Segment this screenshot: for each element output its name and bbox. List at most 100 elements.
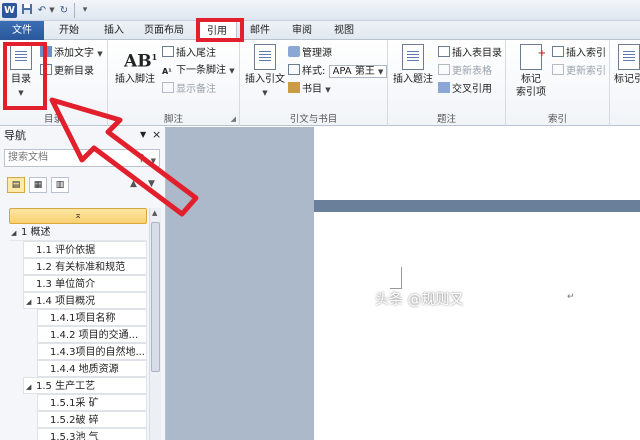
redo-icon[interactable]: ↻ [58,3,70,18]
dialog-launcher-icon[interactable]: ◢ [231,115,236,123]
update-toc-label: 更新目录 [54,66,94,77]
insert-caption-icon [402,44,424,70]
nav-scrollbar[interactable]: ▲ [149,208,161,440]
update-index-label: 更新索引 [566,66,606,77]
tab-mailings[interactable]: 邮件 [242,21,278,40]
footnote-group-label: 脚注 [163,114,183,125]
next-footnote-button[interactable]: A¹ 下一条脚注 ▼ [162,64,235,78]
nav-heading-label: 1.4 项目概况 [36,296,96,307]
citations-group: 插入引文 ▼ 管理源 样式: APA 第王 ▼ 书目 ▼ 引文与书目 [240,40,388,126]
next-footnote-label: 下一条脚注 [176,65,226,76]
browse-headings-tab[interactable]: ▤ [7,177,25,193]
search-icon[interactable]: ⚲ [138,151,145,167]
nav-heading-label: 1.3 单位简介 [36,279,96,290]
nav-heading-item[interactable]: ◢ 1 概述 [9,224,147,241]
insert-endnote-label: 插入尾注 [176,48,216,59]
nav-heading-item[interactable]: 1.3 单位简介 [23,275,147,292]
tab-home[interactable]: 开始 [47,21,91,40]
title-bar: W ↶ ▼ ↻ ▾ [0,0,640,21]
save-icon[interactable] [21,3,33,18]
close-icon[interactable]: × [152,128,161,141]
mark-citation-label: 标记引 [614,74,640,85]
nav-heading-label: 1.2 有关标准和规范 [36,262,126,273]
table-of-figures-icon [438,46,450,57]
scrollbar-thumb[interactable] [151,222,160,372]
style-dropdown[interactable]: APA 第王 ▼ [328,65,388,78]
chevron-down-icon: ▼ [229,67,235,75]
scroll-up-icon[interactable]: ▲ [152,209,157,217]
watermark-text: 头条 @规则叉 [375,292,464,308]
document-area: ↵ [166,127,640,440]
tab-page-layout[interactable]: 页面布局 [138,21,190,40]
paragraph-mark: ↵ [567,292,575,302]
nav-heading-item[interactable]: 1.5.1采 矿 [37,394,147,411]
document-page[interactable] [314,127,640,200]
nav-heading-item[interactable]: 1.1 评价依据 [23,241,147,258]
tab-view[interactable]: 视图 [326,21,362,40]
search-document-input[interactable]: 搜索文档 ⚲ ▼ [4,149,160,167]
style-value: APA 第王 [332,66,375,77]
tab-file[interactable]: 文件 [0,21,44,40]
expand-triangle-icon[interactable]: ◢ [11,225,21,240]
update-index-icon [552,64,564,75]
heading-tree: ⌅ ◢ 1 概述 1.1 评价依据 1.2 有关标准和规范 1.3 单位简介 ◢ 1.4 项… [9,208,147,440]
insert-endnote-button[interactable]: 插入尾注 [162,46,216,60]
insert-footnote-label: 插入脚注 [115,74,155,85]
manage-sources-button[interactable]: 管理源 [288,46,332,60]
insert-footnote-button[interactable]: AB1 插入脚注 [112,44,158,86]
insert-citation-label: 插入引文 [245,74,285,85]
cross-reference-label: 交叉引用 [452,84,492,95]
mark-entry-button[interactable]: + 标记 索引项 [510,44,552,99]
style-selector[interactable]: 样式: APA 第王 ▼ [288,64,388,78]
mark-citation-button[interactable]: 标记引 [614,44,640,86]
add-text-button[interactable]: 添加文字 ▼ [40,46,103,60]
chevron-down-icon: ▼ [97,50,103,58]
customize-qat-icon[interactable]: ▾ [80,3,90,18]
next-heading-icon[interactable]: ▼ [148,179,155,189]
undo-dropdown-icon[interactable]: ▼ [48,3,56,18]
nav-heading-label: 1.4.4 地质资源 [50,364,119,375]
insert-caption-button[interactable]: 插入题注 [391,44,435,86]
update-table-button[interactable]: 更新表格 [438,64,492,78]
browse-results-tab[interactable]: ▥ [51,177,69,193]
nav-heading-item[interactable]: 1.4.3项目的自然地... [37,343,147,360]
insert-table-of-figures-label: 插入表目录 [452,48,502,59]
nav-heading-label: 1.5 生产工艺 [36,381,96,392]
nav-heading-item[interactable]: 1.4.1项目名称 [37,309,147,326]
insert-citation-button[interactable]: 插入引文 ▼ [243,44,287,100]
nav-heading-item[interactable]: 1.4.2 项目的交通... [37,326,147,343]
nav-heading-label: 1.5.3池 气 [50,432,99,440]
endnote-icon [162,46,174,57]
show-notes-button[interactable]: 显示备注 [162,82,216,96]
insert-table-of-figures-button[interactable]: 插入表目录 [438,46,502,60]
nav-heading-item[interactable]: 1.5.3池 气 [37,428,147,440]
update-toc-button[interactable]: 更新目录 [40,64,94,78]
chevron-down-icon[interactable]: ▼ [151,153,156,169]
nav-heading-label: 1.4.1项目名称 [50,313,116,324]
nav-heading-item[interactable]: ◢ 1.5 生产工艺 [23,377,147,394]
browse-pages-tab[interactable]: ▦ [29,177,47,193]
table-of-authorities-group: 标记引 [610,40,640,126]
expand-triangle-icon[interactable]: ◢ [26,379,36,393]
bibliography-button[interactable]: 书目 ▼ [288,82,331,96]
insert-index-label: 插入索引 [566,48,606,59]
expand-triangle-icon[interactable]: ◢ [26,294,36,308]
update-index-button[interactable]: 更新索引 [552,64,606,78]
nav-heading-item[interactable]: ◢ 1.4 项目概况 [23,292,147,309]
insert-index-button[interactable]: 插入索引 [552,46,606,60]
nav-pane-options-icon[interactable]: ▼ [140,130,146,139]
document-page[interactable]: ↵ [314,212,640,440]
cross-reference-button[interactable]: 交叉引用 [438,82,492,96]
nav-heading-item[interactable]: 1.2 有关标准和规范 [23,258,147,275]
mark-entry-label-2: 索引项 [516,87,546,98]
captions-group-label: 题注 [436,114,456,125]
nav-heading-item[interactable]: 1.5.2破 碎 [37,411,147,428]
word-app-icon[interactable]: W [2,3,17,18]
collapse-all-button[interactable]: ⌅ [9,208,147,224]
tab-insert[interactable]: 插入 [96,21,132,40]
undo-icon[interactable]: ↶ [36,3,48,18]
tab-review[interactable]: 审阅 [284,21,320,40]
nav-heading-item[interactable]: 1.4.4 地质资源 [37,360,147,377]
previous-heading-icon[interactable]: ▲ [130,179,137,189]
index-group: + 标记 索引项 插入索引 更新索引 索引 [506,40,610,126]
